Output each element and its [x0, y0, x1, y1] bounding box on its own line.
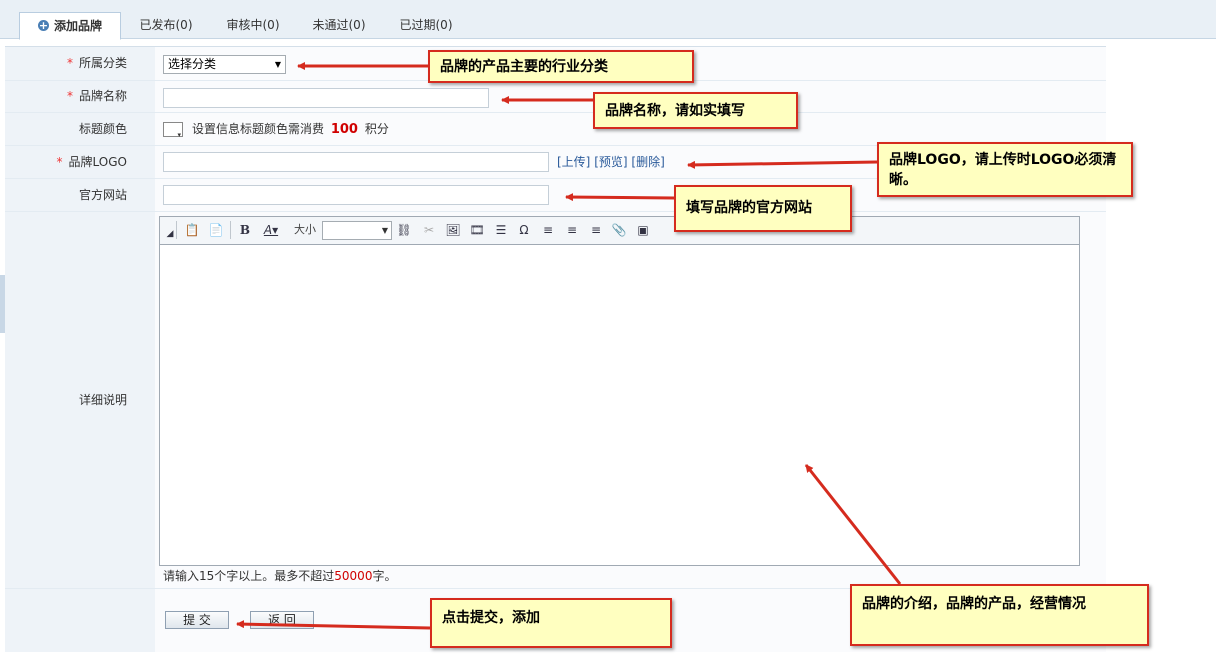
logo-label: * 品牌LOGO — [5, 146, 155, 178]
paste-word-icon[interactable]: 📄 — [208, 222, 224, 238]
callout-category: 品牌的产品主要的行业分类 — [428, 50, 694, 83]
align-left-icon[interactable]: ≡ — [540, 222, 556, 238]
fullscreen-icon[interactable]: ▣ — [635, 222, 651, 238]
submit-button[interactable]: 提 交 — [165, 611, 229, 629]
tab-expired[interactable]: 已过期(0) — [386, 12, 466, 39]
image-icon[interactable]: 🖼 — [445, 222, 461, 238]
website-input[interactable] — [163, 185, 549, 205]
callout-detail: 品牌的介绍，品牌的产品，经营情况 — [850, 584, 1149, 646]
color-picker-button[interactable]: ▾ — [163, 122, 183, 139]
tab-bar: + 添加品牌 已发布(0) 审核中(0) 未通过(0) 已过期(0) — [0, 0, 1216, 40]
callout-logo: 品牌LOGO，请上传时LOGO必须清晰。 — [877, 142, 1133, 197]
font-size-select[interactable]: ▼ — [322, 221, 392, 240]
plus-circle-icon: + — [37, 19, 49, 32]
detail-label: 详细说明 — [5, 212, 155, 588]
horizontal-rule-icon[interactable]: ☰ — [493, 222, 509, 238]
category-select[interactable]: 选择分类 ▼ — [163, 55, 286, 74]
align-right-icon[interactable]: ≡ — [588, 222, 604, 238]
brand-name-input[interactable] — [163, 88, 489, 108]
word-limit: 50000 — [334, 569, 373, 583]
callout-website: 填写品牌的官方网站 — [674, 185, 852, 232]
attachment-icon[interactable]: 📎 — [611, 222, 627, 238]
callout-name: 品牌名称，请如实填写 — [593, 92, 798, 129]
rich-text-editor[interactable]: ◢ 📋 📄 B A▾ 大小 ▼ ⛓ ✂ 🖼 🎞 ☰ Ω ≡ ≡ ≡ 📎 ▣ — [159, 216, 1080, 566]
font-color-icon[interactable]: A▾ — [258, 222, 284, 238]
video-icon[interactable]: 🎞 — [469, 222, 485, 238]
logo-upload-link[interactable]: [上传] — [557, 155, 590, 169]
chevron-down-icon: ▼ — [274, 60, 281, 69]
title-color-label: 标题颜色 — [5, 113, 155, 145]
paste-text-icon[interactable]: 📋 — [184, 222, 200, 238]
link-icon[interactable]: ⛓ — [396, 222, 412, 238]
unlink-icon[interactable]: ✂ — [421, 222, 437, 238]
bold-icon[interactable]: B — [237, 222, 253, 238]
editor-toolbar: ◢ 📋 📄 B A▾ 大小 ▼ ⛓ ✂ 🖼 🎞 ☰ Ω ≡ ≡ ≡ 📎 ▣ — [160, 217, 1079, 245]
align-center-icon[interactable]: ≡ — [564, 222, 580, 238]
name-label: * 品牌名称 — [5, 81, 155, 112]
row-name: * 品牌名称 — [5, 81, 1106, 113]
caret-down-icon: ▾ — [177, 131, 181, 139]
word-count-hint: 请输入15个字以上。最多不超过50000字。 — [163, 569, 397, 583]
back-button[interactable]: 返 回 — [250, 611, 314, 629]
logo-preview-link[interactable]: [预览] — [594, 155, 627, 169]
tab-label: 添加品牌 — [53, 19, 102, 33]
callout-submit: 点击提交，添加 — [430, 598, 672, 648]
website-label: 官方网站 — [5, 179, 155, 211]
chevron-down-icon: ▼ — [381, 226, 388, 235]
tab-published[interactable]: 已发布(0) — [126, 12, 206, 39]
color-cost: 100 — [330, 122, 358, 137]
font-size-label: 大小 — [294, 223, 316, 236]
tab-add-brand[interactable]: + 添加品牌 — [19, 12, 121, 40]
logo-input[interactable] — [163, 152, 549, 172]
tab-reviewing[interactable]: 审核中(0) — [213, 12, 293, 39]
special-char-icon[interactable]: Ω — [516, 222, 532, 238]
color-hint: 设置信息标题颜色需消费 100 积分 — [192, 122, 389, 137]
category-label: * 所属分类 — [5, 47, 155, 80]
tab-rejected[interactable]: 未通过(0) — [299, 12, 379, 39]
logo-delete-link[interactable]: [删除] — [631, 155, 664, 169]
